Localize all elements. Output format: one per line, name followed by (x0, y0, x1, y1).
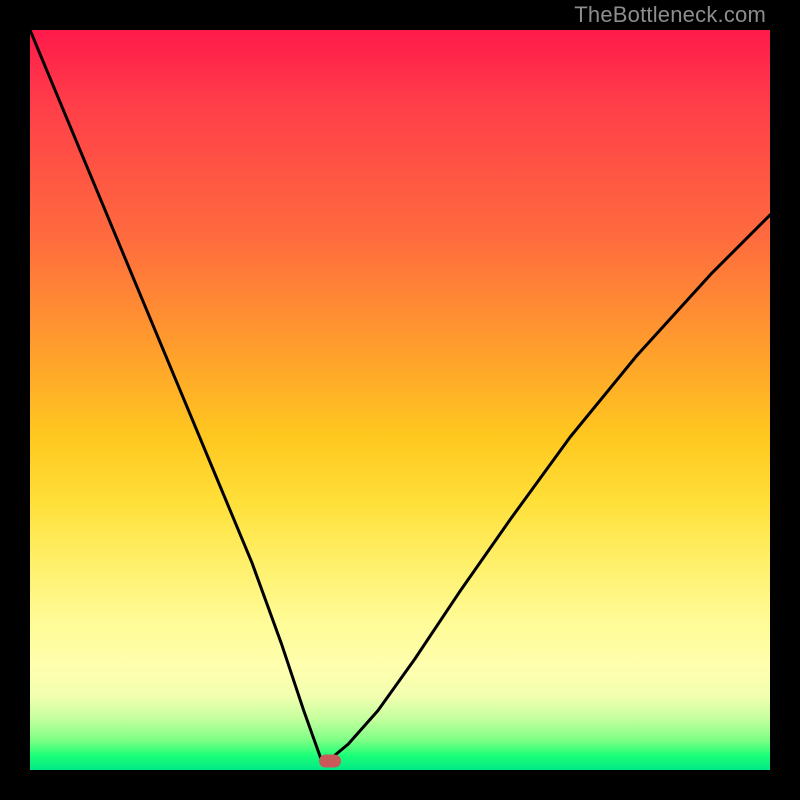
bottleneck-curve (30, 30, 770, 770)
watermark-text: TheBottleneck.com (574, 2, 766, 28)
optimum-marker (319, 755, 341, 768)
chart-frame: TheBottleneck.com (0, 0, 800, 800)
plot-area (30, 30, 770, 770)
